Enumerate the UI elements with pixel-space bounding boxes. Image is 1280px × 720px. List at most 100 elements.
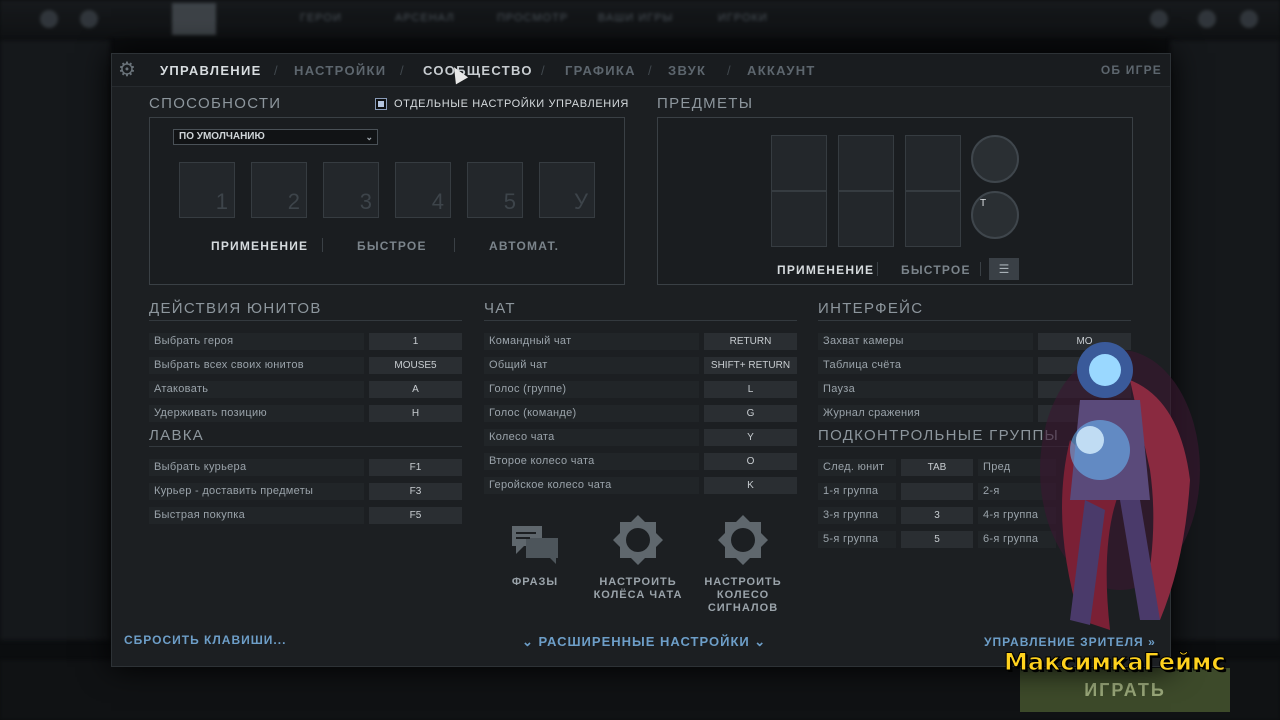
keybind-label: Таблица счёта [818, 357, 1033, 374]
keybind-key[interactable]: G [704, 405, 797, 422]
separate-controls-checkbox[interactable] [375, 98, 387, 110]
chevron-down-icon: ⌄ [522, 634, 539, 649]
tab-sound[interactable]: ЗВУК [668, 63, 706, 78]
keybind-label: Голос (группе) [484, 381, 699, 398]
dota-logo [172, 3, 216, 35]
keybind-key[interactable] [901, 483, 973, 500]
item-slot[interactable] [905, 135, 961, 191]
hero-artwork [1040, 342, 1200, 630]
keybind-label: Общий чат [484, 357, 699, 374]
ability-slot-ultimate[interactable]: У [539, 162, 595, 218]
tab-settings[interactable]: НАСТРОЙКИ [294, 63, 386, 78]
tab-separator: / [648, 63, 652, 78]
divider [454, 238, 455, 252]
gear-icon[interactable]: ⚙ [118, 60, 136, 80]
item-slot[interactable] [905, 191, 961, 247]
ability-mode-apply[interactable]: ПРИМЕНЕНИЕ [211, 239, 308, 253]
keybind-key[interactable]: F1 [369, 459, 462, 476]
reset-keys-link[interactable]: СБРОСИТЬ КЛАВИШИ... [124, 633, 286, 647]
ability-slot[interactable]: 3 [323, 162, 379, 218]
background-icon [80, 10, 98, 28]
neutral-item-slot[interactable] [971, 135, 1019, 183]
item-slot[interactable] [838, 135, 894, 191]
background-icon [1150, 10, 1168, 28]
keybind-label: След. юнит [818, 459, 896, 476]
chat-wheel-icon[interactable] [613, 515, 663, 565]
abilities-preset-dropdown[interactable]: ПО УМОЛЧАНИЮ ⌄ [173, 129, 378, 145]
divider [149, 446, 462, 447]
keybind-key[interactable]: A [369, 381, 462, 398]
bg-nav-item: АРСЕНАЛ [395, 12, 455, 24]
chevron-down-icon: ⌄ [754, 634, 767, 649]
divider [484, 320, 797, 321]
tab-graphics[interactable]: ГРАФИКА [565, 63, 636, 78]
item-slot[interactable] [771, 135, 827, 191]
item-slot[interactable] [771, 191, 827, 247]
keybind-label: Курьер - доставить предметы [149, 483, 364, 500]
keybind-label: Быстрая покупка [149, 507, 364, 524]
divider [149, 320, 462, 321]
tab-account[interactable]: АККАУНТ [747, 63, 816, 78]
chat-title: ЧАТ [484, 300, 516, 317]
tab-controls[interactable]: УПРАВЛЕНИЕ [160, 63, 262, 78]
keybind-label: Атаковать [149, 381, 364, 398]
ability-slot[interactable]: 5 [467, 162, 523, 218]
background-icon [1198, 10, 1216, 28]
item-mode-quick[interactable]: БЫСТРОЕ [901, 263, 971, 277]
ping-wheel-icon[interactable] [718, 515, 768, 565]
chevron-down-icon: ⌄ [365, 132, 373, 142]
keybind-key[interactable]: 3 [901, 507, 973, 524]
keybind-key[interactable]: Y [704, 429, 797, 446]
background-icon [1240, 10, 1258, 28]
advanced-settings-toggle[interactable]: ⌄ РАСШИРЕННЫЕ НАСТРОЙКИ ⌄ [522, 633, 766, 651]
tab-about[interactable]: ОБ ИГРЕ [1101, 63, 1162, 77]
divider [980, 262, 981, 276]
channel-watermark: МаксимкаГеймс [1004, 648, 1227, 677]
keybind-key[interactable]: SHIFT+ RETURN [704, 357, 797, 374]
keybind-label: Захват камеры [818, 333, 1033, 350]
keybind-key[interactable]: L [704, 381, 797, 398]
ability-slot[interactable]: 1 [179, 162, 235, 218]
keybind-key[interactable]: H [369, 405, 462, 422]
dropdown-value: ПО УМОЛЧАНИЮ [179, 131, 265, 142]
ability-slot-key: У [574, 189, 588, 214]
keybind-key[interactable]: K [704, 477, 797, 494]
phrases-label: ФРАЗЫ [511, 576, 559, 588]
configure-ping-wheel-button[interactable]: НАСТРОИТЬ КОЛЕСО СИГНАЛОВ [698, 576, 788, 615]
tab-community[interactable]: СООБЩЕСТВО [423, 63, 533, 78]
keybind-key[interactable]: RETURN [704, 333, 797, 350]
keybind-label: Журнал сражения [818, 405, 1033, 422]
ability-slot[interactable]: 4 [395, 162, 451, 218]
keybind-key[interactable]: O [704, 453, 797, 470]
sliders-icon[interactable]: ☰ [989, 258, 1019, 280]
abilities-title: СПОСОБНОСТИ [149, 95, 282, 112]
tp-scroll-slot[interactable]: T [971, 191, 1019, 239]
keybind-label: 3-я группа [818, 507, 896, 524]
unit-actions-title: ДЕЙСТВИЯ ЮНИТОВ [149, 300, 322, 317]
ability-slot-key: 4 [431, 189, 444, 214]
keybind-label: 5-я группа [818, 531, 896, 548]
configure-chat-wheels-button[interactable]: НАСТРОИТЬ КОЛЁСА ЧАТА [588, 576, 688, 602]
chat-bubbles-icon [512, 526, 558, 564]
keybind-key[interactable]: MOUSE5 [369, 357, 462, 374]
keybind-key[interactable]: F3 [369, 483, 462, 500]
ability-slot-key: 2 [287, 189, 300, 214]
ability-slot[interactable]: 2 [251, 162, 307, 218]
keybind-label: Выбрать героя [149, 333, 364, 350]
keybind-label: Командный чат [484, 333, 699, 350]
divider [877, 262, 878, 276]
keybind-key[interactable]: 1 [369, 333, 462, 350]
background-left [0, 40, 110, 640]
keybind-key[interactable]: TAB [901, 459, 973, 476]
phrases-button[interactable] [510, 524, 560, 566]
keybind-label: 1-я группа [818, 483, 896, 500]
item-slot[interactable] [838, 191, 894, 247]
keybind-label: Колесо чата [484, 429, 699, 446]
ability-mode-auto[interactable]: АВТОМАТ. [489, 239, 559, 253]
ability-slot-key: 3 [359, 189, 372, 214]
ability-mode-quick[interactable]: БЫСТРОЕ [357, 239, 427, 253]
keybind-key[interactable]: F5 [369, 507, 462, 524]
bg-nav-item: ГЕРОИ [300, 12, 342, 24]
keybind-key[interactable]: 5 [901, 531, 973, 548]
item-mode-apply[interactable]: ПРИМЕНЕНИЕ [777, 263, 874, 277]
